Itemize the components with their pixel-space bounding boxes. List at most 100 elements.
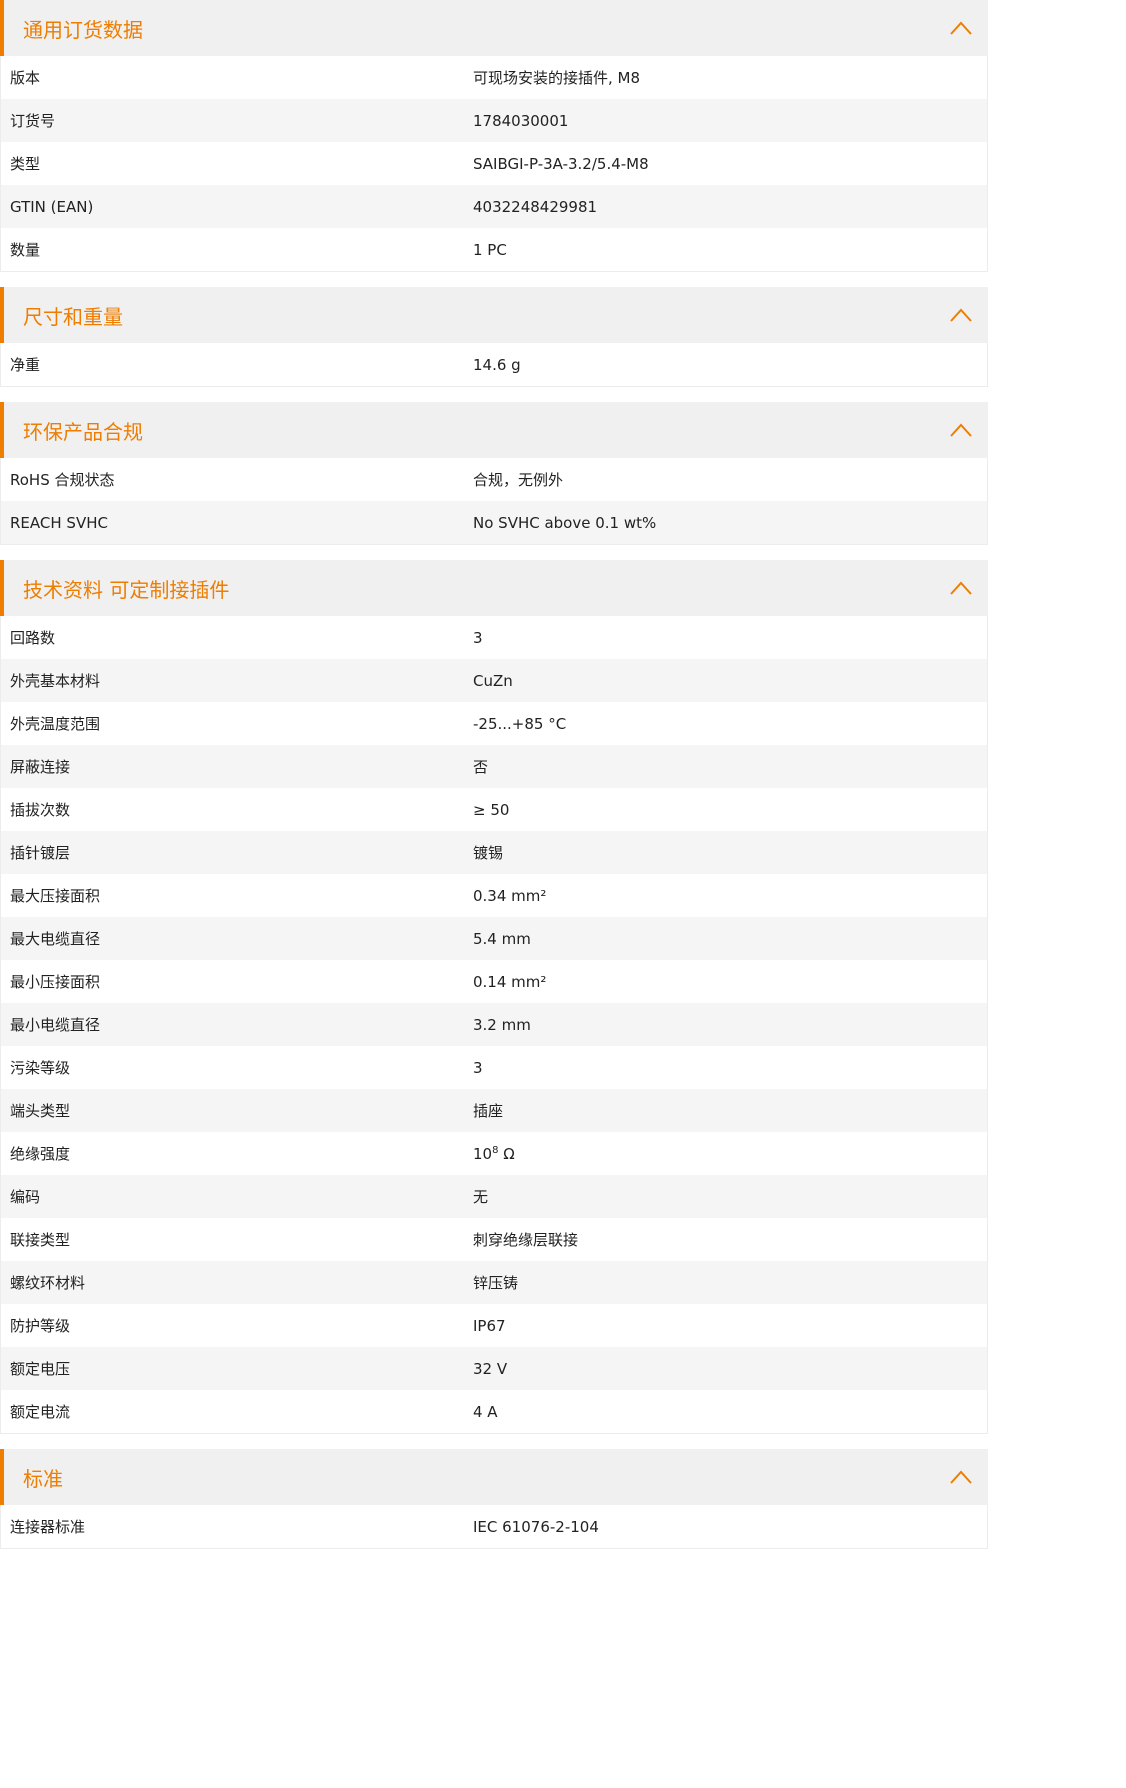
chevron-up-icon[interactable] (949, 578, 973, 598)
table-row: 类型 SAIBGI-P-3A-3.2/5.4-M8 (1, 142, 987, 185)
row-label: 连接器标准 (10, 1518, 86, 1536)
row-label: 外壳基本材料 (10, 672, 101, 690)
row-label: 最大电缆直径 (10, 930, 101, 948)
row-label: 联接类型 (10, 1231, 71, 1249)
row-label: 净重 (10, 356, 41, 374)
table-row: 外壳温度范围 -25...+85 °C (1, 702, 987, 745)
table-row: 插针镀层 镀锡 (1, 831, 987, 874)
row-value: SAIBGI-P-3A-3.2/5.4-M8 (473, 154, 649, 173)
value-unit: Ω (498, 1144, 515, 1163)
section-header[interactable]: 环保产品合规 (0, 402, 988, 458)
table-row: 插拔次数 ≥ 50 (1, 788, 987, 831)
row-label: 额定电压 (10, 1360, 71, 1378)
row-label: 污染等级 (10, 1059, 71, 1077)
row-value: 1784030001 (473, 111, 569, 130)
row-value: 4032248429981 (473, 197, 598, 216)
table-row: 最小电缆直径 3.2 mm (1, 1003, 987, 1046)
row-value: 无 (473, 1188, 489, 1206)
row-label: 编码 (10, 1188, 41, 1206)
section-title: 标准 (23, 1466, 63, 1491)
row-value: 108 Ω (473, 1145, 987, 1163)
table-row: 端头类型 插座 (1, 1089, 987, 1132)
row-value: 3.2 mm (473, 1015, 531, 1034)
chevron-up-icon[interactable] (949, 1467, 973, 1487)
chevron-up-icon[interactable] (949, 305, 973, 325)
row-value: 0.34 mm² (473, 886, 547, 905)
row-value: 合规，无例外 (473, 471, 564, 489)
table-row: 回路数 3 (1, 616, 987, 659)
row-value: CuZn (473, 671, 513, 690)
row-label: 回路数 (10, 629, 56, 647)
row-value: 14.6 g (473, 355, 521, 374)
table-row: 编码 无 (1, 1175, 987, 1218)
row-label: 版本 (10, 69, 41, 87)
row-label: 绝缘强度 (10, 1145, 71, 1163)
row-label: 类型 (10, 155, 41, 173)
table-row: 最大电缆直径 5.4 mm (1, 917, 987, 960)
table-row: 绝缘强度 108 Ω (1, 1132, 987, 1175)
row-value: 镀锡 (473, 844, 504, 862)
row-value: 5.4 mm (473, 929, 531, 948)
table-row: 订货号 1784030001 (1, 99, 987, 142)
row-value: 锌压铸 (473, 1274, 519, 1292)
row-label: 插针镀层 (10, 844, 71, 862)
section-title: 通用订货数据 (23, 17, 143, 42)
row-value: 0.14 mm² (473, 972, 547, 991)
section-title: 尺寸和重量 (23, 304, 123, 329)
row-label: 最小电缆直径 (10, 1016, 101, 1034)
section-header[interactable]: 标准 (0, 1449, 988, 1505)
section-title: 环保产品合规 (23, 419, 143, 444)
table-row: 螺纹环材料 锌压铸 (1, 1261, 987, 1304)
row-value: -25...+85 °C (473, 714, 567, 733)
row-value: 3 (473, 1058, 483, 1077)
row-value: 3 (473, 628, 483, 647)
table-row: 污染等级 3 (1, 1046, 987, 1089)
table-row: 连接器标准 IEC 61076-2-104 (1, 1505, 987, 1548)
spec-table: 版本 可现场安装的接插件, M8 订货号 1784030001 类型 SAIBGI-P… (0, 56, 988, 272)
section-header[interactable]: 尺寸和重量 (0, 287, 988, 343)
table-row: 额定电压 32 V (1, 1347, 987, 1390)
row-value: 插座 (473, 1102, 504, 1120)
table-row: 最大压接面积 0.34 mm² (1, 874, 987, 917)
section-standards: 标准 连接器标准 IEC 61076-2-104 (0, 1449, 988, 1549)
value-base: 10 (473, 1144, 493, 1163)
table-row: 联接类型 刺穿绝缘层联接 (1, 1218, 987, 1261)
row-value: 32 V (473, 1359, 508, 1378)
row-value: 刺穿绝缘层联接 (473, 1231, 579, 1249)
row-label: 最小压接面积 (10, 973, 101, 991)
table-row: RoHS 合规状态 合规，无例外 (1, 458, 987, 501)
section-header[interactable]: 通用订货数据 (0, 0, 988, 56)
row-label: 防护等级 (10, 1317, 71, 1335)
row-value: 1 PC (473, 240, 507, 259)
table-row: 净重 14.6 g (1, 343, 987, 386)
spec-table: RoHS 合规状态 合规，无例外 REACH SVHC No SVHC above … (0, 458, 988, 545)
table-row: GTIN (EAN) 4032248429981 (1, 185, 987, 228)
row-label: 最大压接面积 (10, 887, 101, 905)
row-label: 订货号 (10, 112, 56, 130)
row-label: 额定电流 (10, 1403, 71, 1421)
row-label: 端头类型 (10, 1102, 71, 1120)
table-row: 屏蔽连接 否 (1, 745, 987, 788)
row-label: REACH SVHC (10, 513, 108, 532)
section-technical-data: 技术资料 可定制接插件 回路数 3 外壳基本材料 CuZn 外壳温度范围 -25...… (0, 560, 988, 1434)
table-row: 版本 可现场安装的接插件, M8 (1, 56, 987, 99)
row-value: ≥ 50 (473, 800, 510, 819)
spec-table: 回路数 3 外壳基本材料 CuZn 外壳温度范围 -25...+85 °C 屏蔽连接 否… (0, 616, 988, 1434)
table-row: REACH SVHC No SVHC above 0.1 wt% (1, 501, 987, 544)
section-header[interactable]: 技术资料 可定制接插件 (0, 560, 988, 616)
row-label: RoHS 合规状态 (10, 471, 115, 489)
section-dimensions-weight: 尺寸和重量 净重 14.6 g (0, 287, 988, 387)
table-row: 外壳基本材料 CuZn (1, 659, 987, 702)
chevron-up-icon[interactable] (949, 18, 973, 38)
section-general-ordering-data: 通用订货数据 版本 可现场安装的接插件, M8 订货号 1784030001 类型 S… (0, 0, 988, 272)
spec-sections: 通用订货数据 版本 可现场安装的接插件, M8 订货号 1784030001 类型 S… (0, 0, 988, 1549)
chevron-up-icon[interactable] (949, 420, 973, 440)
row-value: No SVHC above 0.1 wt% (473, 513, 657, 532)
table-row: 数量 1 PC (1, 228, 987, 271)
section-title: 技术资料 可定制接插件 (23, 577, 230, 602)
row-label: 外壳温度范围 (10, 715, 101, 733)
row-label: 屏蔽连接 (10, 758, 71, 776)
row-value: 可现场安装的接插件, M8 (473, 69, 641, 87)
table-row: 额定电流 4 A (1, 1390, 987, 1433)
row-label: 螺纹环材料 (10, 1274, 86, 1292)
